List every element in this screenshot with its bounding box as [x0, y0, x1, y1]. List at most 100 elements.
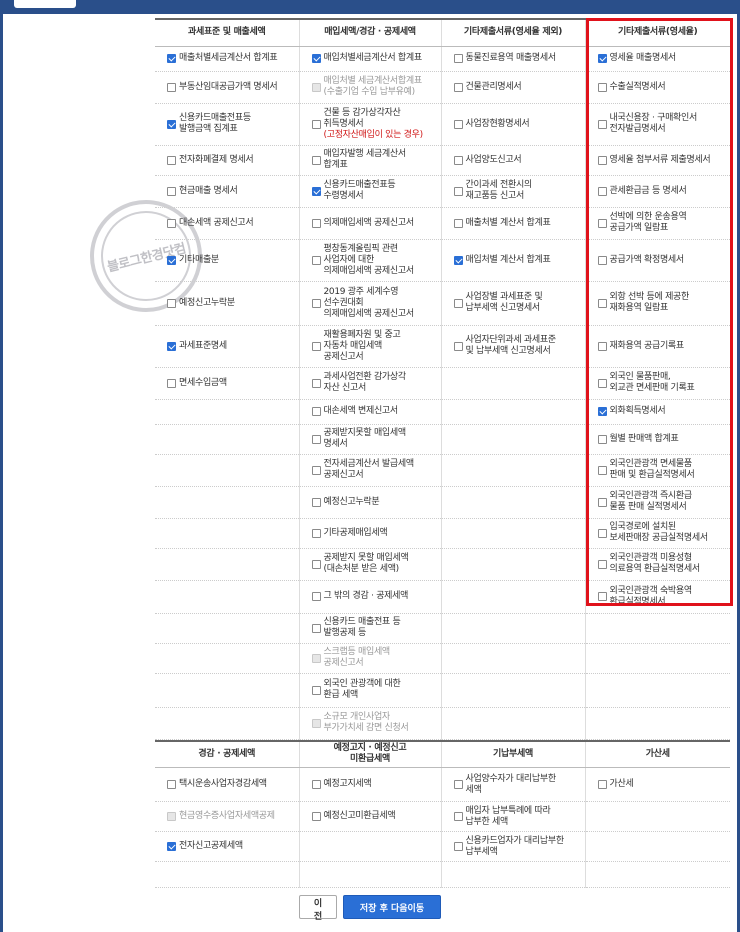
checkbox[interactable] — [311, 378, 321, 388]
checkbox[interactable] — [453, 780, 463, 789]
checkbox-option[interactable]: 건물관리명세서 — [453, 82, 581, 93]
checkbox-checked[interactable] — [597, 407, 607, 416]
checkbox-option[interactable]: 간이과세 전환시의 재고품등 신고서 — [453, 180, 581, 202]
checkbox-option[interactable]: 기타공제매입세액 — [311, 528, 437, 539]
checkbox-option[interactable]: 신용카드업자가 대리납부한 납부세액 — [453, 836, 581, 858]
checkbox-option[interactable]: 매입자 납부특례에 따라 납부한 세액 — [453, 806, 581, 828]
checkbox-option[interactable]: 매입처별세금계산서 합계표 — [311, 53, 437, 64]
checkbox[interactable] — [453, 155, 463, 165]
checkbox-option[interactable]: 예정신고미환급세액 — [311, 811, 437, 822]
checkbox-checked[interactable] — [167, 842, 176, 851]
checkbox-option[interactable]: 매입자발행 세금계산서 합계표 — [311, 149, 437, 171]
checkbox-checked[interactable] — [597, 54, 607, 63]
checkbox-option[interactable]: 기타매출분 — [167, 255, 295, 266]
checkbox-option[interactable]: 매출처별 계산서 합계표 — [453, 218, 581, 229]
checkbox[interactable] — [597, 592, 607, 601]
checkbox[interactable] — [311, 559, 321, 569]
checkbox[interactable] — [311, 298, 321, 308]
checkbox-checked[interactable] — [311, 186, 321, 196]
checkbox-option[interactable]: 동물진료용역 매출명세서 — [453, 53, 581, 64]
checkbox-option[interactable]: 의제매입세액 공제신고서 — [311, 218, 437, 229]
checkbox-option[interactable]: 전자화폐결제 명세서 — [167, 155, 295, 166]
checkbox-option[interactable]: 매입처별 세금계산서합계표 (수출기업 수입 납부유예) — [311, 76, 437, 98]
checkbox-checked[interactable] — [167, 54, 176, 63]
checkbox-option[interactable]: 재화용역 공급기록표 — [597, 341, 727, 352]
checkbox-option[interactable]: 전자신고공제세액 — [167, 841, 295, 852]
checkbox[interactable] — [597, 218, 607, 228]
checkbox[interactable] — [453, 298, 463, 308]
checkbox[interactable] — [311, 119, 321, 129]
checkbox[interactable] — [453, 341, 463, 351]
checkbox[interactable] — [597, 559, 607, 569]
checkbox[interactable] — [311, 155, 321, 165]
checkbox-option[interactable]: 외국인관광객 미용성형 의료용역 환급실적명세서 — [597, 553, 727, 575]
checkbox-option[interactable]: 소규모 개인사업자 부가가치세 감면 신청서 — [311, 712, 437, 734]
checkbox-option[interactable]: 예정신고누락분 — [311, 497, 437, 508]
checkbox[interactable] — [311, 685, 321, 695]
checkbox-option[interactable]: 외국인 물품판매, 외교관 면세판매 기록표 — [597, 372, 727, 394]
checkbox-option[interactable]: 과세표준명세 — [167, 341, 295, 352]
checkbox-option[interactable]: 영세율 매출명세서 — [597, 53, 727, 64]
checkbox[interactable] — [453, 812, 463, 821]
checkbox[interactable] — [311, 218, 321, 228]
checkbox[interactable] — [597, 434, 607, 444]
checkbox[interactable] — [453, 119, 463, 129]
checkbox-option[interactable]: 외국인 관광객에 대한 환급 세액 — [311, 679, 437, 701]
checkbox[interactable] — [311, 497, 321, 507]
checkbox[interactable] — [167, 378, 176, 388]
checkbox-checked[interactable] — [453, 255, 463, 265]
checkbox[interactable] — [597, 780, 607, 789]
checkbox-option[interactable]: 전자세금계산서 발급세액 공제신고서 — [311, 459, 437, 481]
checkbox[interactable] — [597, 528, 607, 538]
checkbox-option[interactable]: 그 밖의 경감 · 공제세액 — [311, 591, 437, 602]
checkbox[interactable] — [311, 255, 321, 265]
checkbox[interactable] — [311, 465, 321, 475]
checkbox-option[interactable]: 현금영수증사업자세액공제 — [167, 811, 295, 822]
checkbox[interactable] — [597, 119, 607, 129]
checkbox[interactable] — [597, 298, 607, 308]
checkbox[interactable] — [597, 155, 607, 165]
checkbox[interactable] — [311, 528, 321, 538]
checkbox-option[interactable]: 사업양도신고서 — [453, 155, 581, 166]
checkbox[interactable] — [311, 592, 321, 601]
checkbox-option[interactable]: 외화획득명세서 — [597, 406, 727, 417]
checkbox-option[interactable]: 외국인관광객 숙박용역 환급실적명세서 — [597, 586, 727, 608]
checkbox[interactable] — [167, 298, 176, 308]
checkbox[interactable] — [597, 341, 607, 351]
checkbox-option[interactable]: 수출실적명세서 — [597, 82, 727, 93]
checkbox-option[interactable]: 신용카드매출전표등 수령명세서 — [311, 180, 437, 202]
checkbox[interactable] — [453, 54, 463, 63]
checkbox[interactable] — [453, 218, 463, 228]
checkbox-option[interactable]: 공제받지못할 매입세액 명세서 — [311, 428, 437, 450]
checkbox[interactable] — [453, 82, 463, 92]
checkbox-option[interactable]: 대손세액 공제신고서 — [167, 218, 295, 229]
checkbox-option[interactable]: 예정고지세액 — [311, 779, 437, 790]
checkbox-option[interactable]: 가산세 — [597, 779, 727, 790]
checkbox-option[interactable]: 현금매출 명세서 — [167, 186, 295, 197]
save-next-button[interactable]: 저장 후 다음이동 — [343, 895, 441, 919]
checkbox-option[interactable]: 건물 등 감가상각자산 취득명세서 (고정자산매입이 있는 경우) — [311, 108, 437, 141]
checkbox-option[interactable]: 사업장현황명세서 — [453, 119, 581, 130]
checkbox[interactable] — [597, 186, 607, 196]
checkbox-option[interactable]: 신용카드매출전표등 발행금액 집계표 — [167, 113, 295, 135]
checkbox-option[interactable]: 평창동계올림픽 관련 사업자에 대한 의제매입세액 공제신고서 — [311, 244, 437, 277]
checkbox-option[interactable]: 스크랩등 매입세액 공제신고서 — [311, 647, 437, 669]
checkbox-checked[interactable] — [311, 54, 321, 63]
prev-button[interactable]: 이전 — [299, 895, 337, 922]
checkbox[interactable] — [311, 407, 321, 416]
checkbox[interactable] — [597, 497, 607, 507]
checkbox[interactable] — [597, 82, 607, 92]
checkbox-option[interactable]: 과세사업전환 감가상각 자산 신고서 — [311, 372, 437, 394]
checkbox-option[interactable]: 2019 광주 세계수영 선수권대회 의제매입세액 공제신고서 — [311, 287, 437, 320]
checkbox-option[interactable]: 외항 선박 등에 제공한 재화용역 일람표 — [597, 292, 727, 314]
checkbox-option[interactable]: 외국인관광객 면세물품 판매 및 환급실적명세서 — [597, 459, 727, 481]
checkbox[interactable] — [453, 842, 463, 851]
checkbox[interactable] — [311, 812, 321, 821]
checkbox-option[interactable]: 사업장별 과세표준 및 납부세액 신고명세서 — [453, 292, 581, 314]
checkbox-option[interactable]: 공급가액 확정명세서 — [597, 255, 727, 266]
checkbox-option[interactable]: 예정신고누락분 — [167, 298, 295, 309]
checkbox[interactable] — [167, 155, 176, 165]
checkbox[interactable] — [311, 341, 321, 351]
checkbox[interactable] — [311, 623, 321, 633]
checkbox-option[interactable]: 관세환급금 등 명세서 — [597, 186, 727, 197]
